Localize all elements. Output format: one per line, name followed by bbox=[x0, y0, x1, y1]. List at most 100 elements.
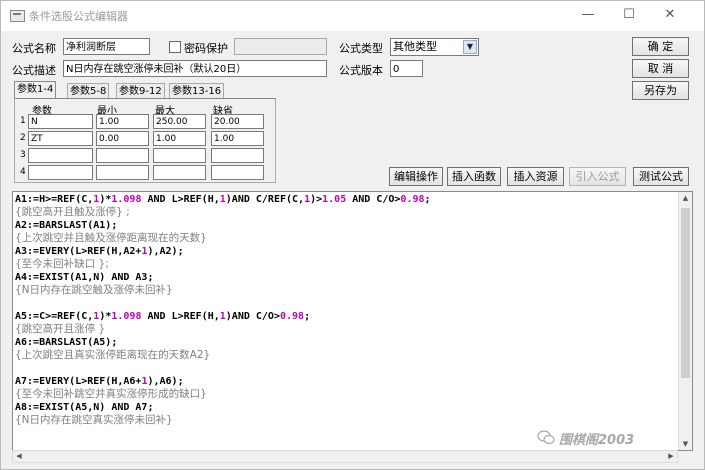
formula-type-label: 公式类型 bbox=[339, 42, 383, 55]
password-input[interactable] bbox=[234, 38, 327, 55]
code-token: A2:=BARSLAST(A1); bbox=[15, 220, 118, 231]
insert-resource-button[interactable]: 插入资源 bbox=[507, 167, 564, 186]
code-token: )> bbox=[310, 194, 323, 205]
code-comment-line: {跳空高开且涨停 } bbox=[15, 323, 675, 336]
edit-operations-button[interactable]: 编辑操作 bbox=[389, 167, 443, 186]
formula-version-label: 公式版本 bbox=[339, 64, 383, 77]
param-name-cell[interactable]: N bbox=[28, 114, 93, 129]
wechat-icon bbox=[537, 430, 555, 445]
test-formula-button[interactable]: 测试公式 bbox=[633, 167, 689, 186]
formula-version-input[interactable]: 0 bbox=[390, 60, 423, 77]
code-comment-line: {上次跳空且真实涨停距离现在的天数A2} bbox=[15, 349, 675, 362]
horizontal-scrollbar[interactable]: ◀ ▶ bbox=[12, 450, 678, 463]
code-token: ),A2); bbox=[147, 246, 184, 257]
code-token: A7:=EVERY(L>REF(H,A6+ bbox=[15, 376, 142, 387]
code-comment: {上次跳空且真实涨停距离现在的天数A2} bbox=[15, 349, 211, 361]
scroll-thumb[interactable] bbox=[681, 208, 690, 378]
code-comment-line: {至今未回补跳空并真实涨停形成的缺口} bbox=[15, 388, 675, 401]
save-as-button[interactable]: 另存为 bbox=[632, 81, 689, 100]
formula-desc-label: 公式描述 bbox=[12, 64, 56, 77]
scroll-left-icon[interactable]: ◀ bbox=[13, 451, 25, 462]
code-comment: {跳空高开且触及涨停} ; bbox=[15, 206, 130, 218]
param-row-number: 4 bbox=[20, 167, 26, 177]
chevron-down-icon: ▼ bbox=[463, 40, 477, 54]
code-number: 1.05 bbox=[322, 194, 347, 205]
code-comment: {N日内存在跳空触及涨停未回补} bbox=[15, 284, 173, 296]
code-comment: {N日内存在跳空真实涨停未回补} bbox=[15, 414, 173, 426]
watermark-text: 围棋阁2003 bbox=[559, 433, 635, 448]
param-default-cell[interactable] bbox=[211, 148, 264, 163]
code-text[interactable]: A1:=H>=REF(C,1)*1.098 AND L>REF(H,1)AND … bbox=[15, 193, 675, 427]
cancel-button[interactable]: 取 消 bbox=[632, 59, 689, 78]
code-comment: {上次跳空并且触及涨停距离现在的天数} bbox=[15, 232, 207, 244]
close-button[interactable]: ✕ bbox=[656, 5, 684, 25]
code-line: A8:=EXIST(A5,N) AND A7; bbox=[15, 401, 675, 414]
param-max-cell[interactable] bbox=[153, 148, 206, 163]
confirm-button[interactable]: 确 定 bbox=[632, 37, 689, 56]
tab-params-5-8[interactable]: 参数5-8 bbox=[67, 83, 110, 98]
code-token: ; bbox=[424, 194, 431, 205]
param-row-number: 3 bbox=[20, 150, 26, 160]
code-comment-line: {至今未回补缺口 }; bbox=[15, 258, 675, 271]
code-token: )* bbox=[99, 311, 112, 322]
param-name-cell[interactable] bbox=[28, 165, 93, 180]
formula-editor-icon bbox=[10, 10, 25, 22]
param-name-cell[interactable]: ZT bbox=[28, 131, 93, 146]
formula-name-input[interactable]: 净利润断层 bbox=[63, 38, 150, 55]
param-row-number: 2 bbox=[20, 133, 26, 143]
scroll-up-icon[interactable]: ▲ bbox=[679, 192, 692, 204]
code-line: A7:=EVERY(L>REF(H,A6+1),A6); bbox=[15, 375, 675, 388]
code-token: A5:=C>=REF(C, bbox=[15, 311, 94, 322]
formula-desc-input[interactable]: N日内存在跳空涨停未回补（默认20日） bbox=[63, 60, 327, 77]
param-name-cell[interactable] bbox=[28, 148, 93, 163]
code-token: )AND C/REF(C, bbox=[225, 194, 305, 205]
scroll-down-icon[interactable]: ▼ bbox=[679, 438, 692, 450]
code-comment-line: {N日内存在跳空触及涨停未回补} bbox=[15, 284, 675, 297]
code-line: A1:=H>=REF(C,1)*1.098 AND L>REF(H,1)AND … bbox=[15, 193, 675, 206]
minimize-button[interactable]: — bbox=[574, 5, 602, 25]
code-token: A8:=EXIST(A5,N) AND A7; bbox=[15, 402, 154, 413]
formula-type-value: 其他类型 bbox=[393, 40, 437, 53]
code-token: )AND C/O> bbox=[225, 311, 280, 322]
code-token: A6:=BARSLAST(A5); bbox=[15, 337, 118, 348]
import-formula-button[interactable]: 引入公式 bbox=[569, 167, 626, 186]
param-min-cell[interactable]: 0.00 bbox=[96, 131, 149, 146]
code-number: 1.098 bbox=[111, 311, 142, 322]
param-max-cell[interactable]: 250.00 bbox=[153, 114, 206, 129]
code-comment: {至今未回补缺口 }; bbox=[15, 258, 109, 270]
password-checkbox[interactable] bbox=[169, 41, 181, 53]
code-line: A3:=EVERY(L>REF(H,A2+1),A2); bbox=[15, 245, 675, 258]
code-comment-line: {跳空高开且触及涨停} ; bbox=[15, 206, 675, 219]
param-min-cell[interactable] bbox=[96, 148, 149, 163]
param-min-cell[interactable] bbox=[96, 165, 149, 180]
param-default-cell[interactable]: 20.00 bbox=[211, 114, 264, 129]
maximize-button[interactable]: ☐ bbox=[615, 5, 643, 25]
param-max-cell[interactable]: 1.00 bbox=[153, 131, 206, 146]
formula-editor-window: 条件选股公式编辑器 — ☐ ✕ 公式名称 净利润断层 密码保护 公式类型 其他类… bbox=[0, 0, 705, 470]
vertical-scrollbar[interactable]: ▲ ▼ bbox=[678, 192, 692, 450]
window-title: 条件选股公式编辑器 bbox=[29, 10, 128, 23]
code-token: A1:=H>=REF(C, bbox=[15, 194, 94, 205]
code-token: AND L>REF(H, bbox=[141, 194, 220, 205]
scroll-right-icon[interactable]: ▶ bbox=[665, 451, 677, 462]
tab-params-9-12[interactable]: 参数9-12 bbox=[116, 83, 165, 98]
param-row-number: 1 bbox=[20, 116, 26, 126]
code-editor[interactable]: A1:=H>=REF(C,1)*1.098 AND L>REF(H,1)AND … bbox=[12, 191, 693, 451]
formula-type-select[interactable]: 其他类型 ▼ bbox=[390, 38, 479, 56]
tab-params-13-16[interactable]: 参数13-16 bbox=[169, 83, 225, 98]
code-comment: {至今未回补跳空并真实涨停形成的缺口} bbox=[15, 388, 207, 400]
code-token: A4:=EXIST(A1,N) AND A3; bbox=[15, 272, 154, 283]
param-min-cell[interactable]: 1.00 bbox=[96, 114, 149, 129]
param-default-cell[interactable]: 1.00 bbox=[211, 131, 264, 146]
code-number: 0.98 bbox=[279, 311, 305, 322]
code-line: A2:=BARSLAST(A1); bbox=[15, 219, 675, 232]
param-max-cell[interactable] bbox=[153, 165, 206, 180]
insert-function-button[interactable]: 插入函数 bbox=[447, 167, 501, 186]
formula-name-label: 公式名称 bbox=[12, 42, 56, 55]
code-comment: {跳空高开且涨停 } bbox=[15, 323, 106, 335]
param-default-cell[interactable] bbox=[211, 165, 264, 180]
code-token: ),A6); bbox=[147, 376, 184, 387]
tab-params-1-4[interactable]: 参数1-4 bbox=[14, 81, 57, 99]
